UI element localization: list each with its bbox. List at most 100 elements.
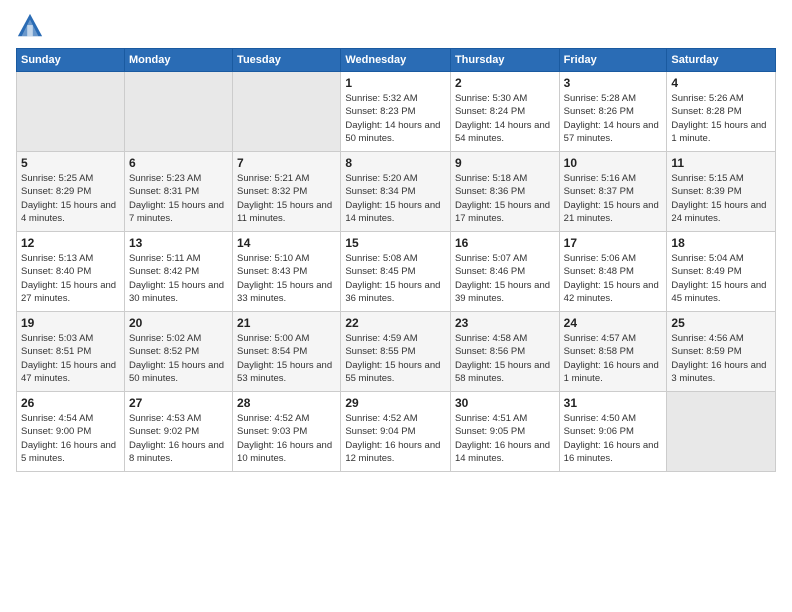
weekday-header: Wednesday [341,49,451,72]
day-number: 30 [455,396,555,410]
calendar-cell: 28 Sunrise: 4:52 AM Sunset: 9:03 PM Dayli… [233,392,341,472]
day-info: Sunrise: 5:28 AM Sunset: 8:26 PM Dayligh… [564,92,663,145]
day-info: Sunrise: 5:23 AM Sunset: 8:31 PM Dayligh… [129,172,228,225]
header-row: SundayMondayTuesdayWednesdayThursdayFrid… [17,49,776,72]
page: SundayMondayTuesdayWednesdayThursdayFrid… [0,0,792,612]
day-info: Sunrise: 5:07 AM Sunset: 8:46 PM Dayligh… [455,252,555,305]
calendar-header: SundayMondayTuesdayWednesdayThursdayFrid… [17,49,776,72]
calendar-cell: 29 Sunrise: 4:52 AM Sunset: 9:04 PM Dayli… [341,392,451,472]
calendar-table: SundayMondayTuesdayWednesdayThursdayFrid… [16,48,776,472]
weekday-header: Tuesday [233,49,341,72]
day-number: 17 [564,236,663,250]
day-info: Sunrise: 5:04 AM Sunset: 8:49 PM Dayligh… [671,252,771,305]
calendar-cell: 13 Sunrise: 5:11 AM Sunset: 8:42 PM Dayli… [124,232,232,312]
day-info: Sunrise: 5:02 AM Sunset: 8:52 PM Dayligh… [129,332,228,385]
day-number: 29 [345,396,446,410]
day-info: Sunrise: 5:06 AM Sunset: 8:48 PM Dayligh… [564,252,663,305]
calendar-cell: 27 Sunrise: 4:53 AM Sunset: 9:02 PM Dayli… [124,392,232,472]
calendar-cell: 31 Sunrise: 4:50 AM Sunset: 9:06 PM Dayli… [559,392,667,472]
day-number: 25 [671,316,771,330]
day-info: Sunrise: 4:53 AM Sunset: 9:02 PM Dayligh… [129,412,228,465]
calendar-week-row: 1Sunrise: 5:32 AM Sunset: 8:23 PM Daylig… [17,72,776,152]
logo-icon [16,12,44,40]
day-number: 4 [671,76,771,90]
day-info: Sunrise: 5:21 AM Sunset: 8:32 PM Dayligh… [237,172,336,225]
calendar-cell: 26 Sunrise: 4:54 AM Sunset: 9:00 PM Dayli… [17,392,125,472]
day-info: Sunrise: 4:59 AM Sunset: 8:55 PM Dayligh… [345,332,446,385]
calendar-cell: 21 Sunrise: 5:00 AM Sunset: 8:54 PM Dayli… [233,312,341,392]
calendar-cell: 20 Sunrise: 5:02 AM Sunset: 8:52 PM Dayli… [124,312,232,392]
day-number: 11 [671,156,771,170]
day-number: 31 [564,396,663,410]
weekday-header: Monday [124,49,232,72]
day-number: 15 [345,236,446,250]
weekday-header: Sunday [17,49,125,72]
calendar-cell: 8Sunrise: 5:20 AM Sunset: 8:34 PM Daylig… [341,152,451,232]
day-info: Sunrise: 5:30 AM Sunset: 8:24 PM Dayligh… [455,92,555,145]
calendar-cell: 9 Sunrise: 5:18 AM Sunset: 8:36 PM Daylig… [450,152,559,232]
calendar-cell: 1Sunrise: 5:32 AM Sunset: 8:23 PM Daylig… [341,72,451,152]
calendar-week-row: 12 Sunrise: 5:13 AM Sunset: 8:40 PM Dayli… [17,232,776,312]
calendar-week-row: 26 Sunrise: 4:54 AM Sunset: 9:00 PM Dayli… [17,392,776,472]
day-number: 23 [455,316,555,330]
header [16,12,776,40]
day-number: 12 [21,236,120,250]
calendar-cell: 24Sunrise: 4:57 AM Sunset: 8:58 PM Dayli… [559,312,667,392]
day-info: Sunrise: 4:50 AM Sunset: 9:06 PM Dayligh… [564,412,663,465]
day-info: Sunrise: 5:15 AM Sunset: 8:39 PM Dayligh… [671,172,771,225]
calendar-week-row: 19 Sunrise: 5:03 AM Sunset: 8:51 PM Dayli… [17,312,776,392]
calendar-cell: 2Sunrise: 5:30 AM Sunset: 8:24 PM Daylig… [450,72,559,152]
day-number: 13 [129,236,228,250]
day-info: Sunrise: 5:08 AM Sunset: 8:45 PM Dayligh… [345,252,446,305]
day-number: 8 [345,156,446,170]
calendar-cell [17,72,125,152]
day-number: 19 [21,316,120,330]
weekday-header: Saturday [667,49,776,72]
calendar-cell: 7 Sunrise: 5:21 AM Sunset: 8:32 PM Daylig… [233,152,341,232]
day-info: Sunrise: 5:25 AM Sunset: 8:29 PM Dayligh… [21,172,120,225]
calendar-cell: 5 Sunrise: 5:25 AM Sunset: 8:29 PM Daylig… [17,152,125,232]
calendar-cell: 30 Sunrise: 4:51 AM Sunset: 9:05 PM Dayli… [450,392,559,472]
day-number: 9 [455,156,555,170]
calendar-cell: 4 Sunrise: 5:26 AM Sunset: 8:28 PM Daylig… [667,72,776,152]
calendar-cell: 14 Sunrise: 5:10 AM Sunset: 8:43 PM Dayli… [233,232,341,312]
calendar-week-row: 5 Sunrise: 5:25 AM Sunset: 8:29 PM Daylig… [17,152,776,232]
day-number: 3 [564,76,663,90]
day-info: Sunrise: 5:11 AM Sunset: 8:42 PM Dayligh… [129,252,228,305]
day-info: Sunrise: 4:58 AM Sunset: 8:56 PM Dayligh… [455,332,555,385]
day-number: 7 [237,156,336,170]
calendar-cell: 23 Sunrise: 4:58 AM Sunset: 8:56 PM Dayli… [450,312,559,392]
day-number: 27 [129,396,228,410]
day-info: Sunrise: 4:51 AM Sunset: 9:05 PM Dayligh… [455,412,555,465]
day-number: 16 [455,236,555,250]
calendar-cell [233,72,341,152]
day-info: Sunrise: 4:52 AM Sunset: 9:03 PM Dayligh… [237,412,336,465]
day-info: Sunrise: 4:56 AM Sunset: 8:59 PM Dayligh… [671,332,771,385]
calendar-cell: 18Sunrise: 5:04 AM Sunset: 8:49 PM Dayli… [667,232,776,312]
day-info: Sunrise: 4:52 AM Sunset: 9:04 PM Dayligh… [345,412,446,465]
day-info: Sunrise: 5:10 AM Sunset: 8:43 PM Dayligh… [237,252,336,305]
day-info: Sunrise: 4:54 AM Sunset: 9:00 PM Dayligh… [21,412,120,465]
day-info: Sunrise: 5:26 AM Sunset: 8:28 PM Dayligh… [671,92,771,145]
day-number: 28 [237,396,336,410]
calendar-cell: 15 Sunrise: 5:08 AM Sunset: 8:45 PM Dayli… [341,232,451,312]
day-number: 24 [564,316,663,330]
day-info: Sunrise: 5:16 AM Sunset: 8:37 PM Dayligh… [564,172,663,225]
day-info: Sunrise: 5:03 AM Sunset: 8:51 PM Dayligh… [21,332,120,385]
day-info: Sunrise: 5:00 AM Sunset: 8:54 PM Dayligh… [237,332,336,385]
day-number: 26 [21,396,120,410]
weekday-header: Friday [559,49,667,72]
weekday-header: Thursday [450,49,559,72]
day-number: 21 [237,316,336,330]
calendar-cell: 12 Sunrise: 5:13 AM Sunset: 8:40 PM Dayli… [17,232,125,312]
day-number: 14 [237,236,336,250]
calendar-cell: 16 Sunrise: 5:07 AM Sunset: 8:46 PM Dayli… [450,232,559,312]
calendar-cell: 25 Sunrise: 4:56 AM Sunset: 8:59 PM Dayli… [667,312,776,392]
day-info: Sunrise: 5:18 AM Sunset: 8:36 PM Dayligh… [455,172,555,225]
day-number: 20 [129,316,228,330]
day-info: Sunrise: 5:13 AM Sunset: 8:40 PM Dayligh… [21,252,120,305]
logo [16,12,48,40]
day-number: 5 [21,156,120,170]
calendar-cell: 3 Sunrise: 5:28 AM Sunset: 8:26 PM Daylig… [559,72,667,152]
calendar-body: 1Sunrise: 5:32 AM Sunset: 8:23 PM Daylig… [17,72,776,472]
